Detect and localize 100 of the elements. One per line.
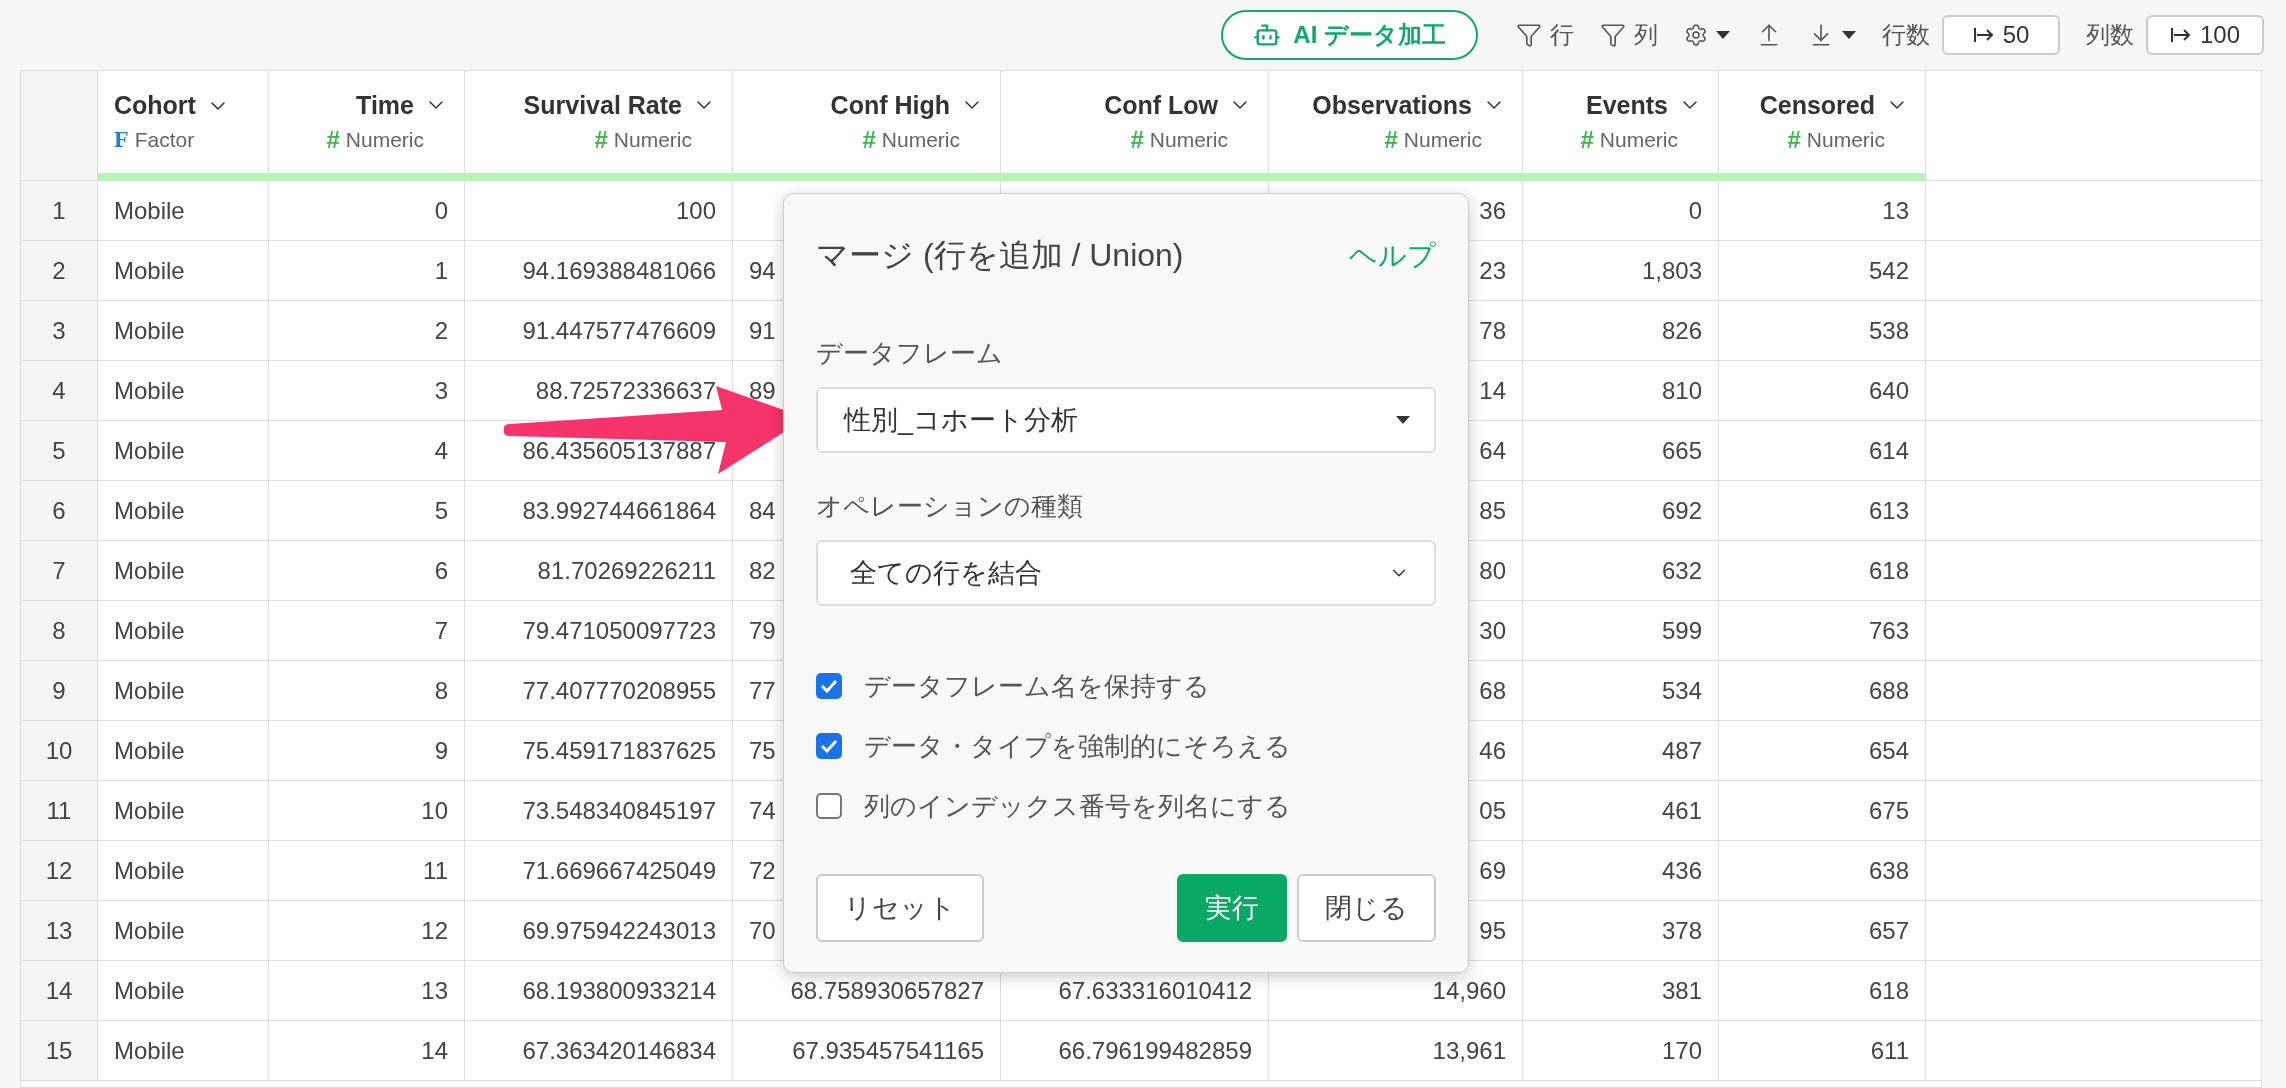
row-number: 4 <box>21 361 98 421</box>
type-mark: # <box>862 125 876 154</box>
row-number: 11 <box>21 781 98 841</box>
column-header[interactable]: Time # Numeric <box>269 71 465 181</box>
close-button[interactable]: 閉じる <box>1297 874 1436 942</box>
column-name: Survival Rate <box>523 90 682 120</box>
table-cell: 436 <box>1523 841 1719 901</box>
table-cell: 83.992744661864 <box>465 481 733 541</box>
column-header[interactable]: Conf Low # Numeric <box>1001 71 1269 181</box>
row-number: 15 <box>21 1021 98 1081</box>
column-filter-button[interactable]: 列 <box>1600 19 1658 51</box>
table-cell: 542 <box>1719 241 1926 301</box>
type-mark: # <box>1130 125 1144 154</box>
table-cell: Mobile <box>98 301 269 361</box>
column-type: Numeric <box>881 127 960 152</box>
table-cell: 81.70269226211 <box>465 541 733 601</box>
table-cell: 91.447577476609 <box>465 301 733 361</box>
row-number: 5 <box>21 421 98 481</box>
column-name: Observations <box>1312 90 1472 120</box>
table-cell: Mobile <box>98 961 269 1021</box>
table-cell: Mobile <box>98 481 269 541</box>
reset-button[interactable]: リセット <box>816 874 984 942</box>
table-cell: 613 <box>1719 481 1926 541</box>
table-cell: Mobile <box>98 901 269 961</box>
column-type: Numeric <box>1403 127 1482 152</box>
table-cell: Mobile <box>98 181 269 241</box>
table-cell: 13,961 <box>1269 1021 1523 1081</box>
table-cell: 599 <box>1523 601 1719 661</box>
table-cell: 638 <box>1719 841 1926 901</box>
column-type: Numeric <box>1149 127 1228 152</box>
table-cell: Mobile <box>98 541 269 601</box>
table-cell: Mobile <box>98 601 269 661</box>
table-cell: Mobile <box>98 421 269 481</box>
table-cell: 378 <box>1523 901 1719 961</box>
table-cell: 14 <box>269 1021 465 1081</box>
column-name: Conf High <box>830 90 950 120</box>
table-cell: 1,803 <box>1523 241 1719 301</box>
table-cell: 77.407770208955 <box>465 661 733 721</box>
table-cell: 13 <box>1719 181 1926 241</box>
row-number: 6 <box>21 481 98 541</box>
column-name: Conf Low <box>1104 90 1218 120</box>
column-name: Time <box>356 90 414 120</box>
table-cell: 810 <box>1523 361 1719 421</box>
table-cell: 611 <box>1719 1021 1926 1081</box>
table-cell: 3 <box>269 361 465 421</box>
column-header[interactable]: Conf High # Numeric <box>733 71 1001 181</box>
table-cell: 538 <box>1719 301 1926 361</box>
table-cell: 5 <box>269 481 465 541</box>
table-cell: 1 <box>269 241 465 301</box>
table-cell: 11 <box>269 841 465 901</box>
column-type: Numeric <box>1806 127 1885 152</box>
row-number: 13 <box>21 901 98 961</box>
table-cell: 487 <box>1523 721 1719 781</box>
row-number: 14 <box>21 961 98 1021</box>
table-cell: Mobile <box>98 241 269 301</box>
table-cell: 688 <box>1719 661 1926 721</box>
table-cell: 763 <box>1719 601 1926 661</box>
table-cell: 8 <box>269 661 465 721</box>
row-number: 8 <box>21 601 98 661</box>
row-filter-button[interactable]: 行 <box>1516 19 1574 51</box>
table-cell: 79.471050097723 <box>465 601 733 661</box>
table-cell: 0 <box>1523 181 1719 241</box>
type-mark: # <box>1384 125 1398 154</box>
column-header[interactable]: Survival Rate # Numeric <box>465 71 733 181</box>
table-cell: 9 <box>269 721 465 781</box>
column-type: Factor <box>134 127 195 152</box>
table-cell: 10 <box>269 781 465 841</box>
table-cell: 0 <box>269 181 465 241</box>
table-cell: 68.193800933214 <box>465 961 733 1021</box>
table-cell: 4 <box>269 421 465 481</box>
table-cell: 12 <box>269 901 465 961</box>
table-cell: Mobile <box>98 661 269 721</box>
dataframe-select[interactable]: 性別_コホート分析 <box>816 387 1436 453</box>
table-cell: 618 <box>1719 541 1926 601</box>
table-cell: 692 <box>1523 481 1719 541</box>
table-cell: 461 <box>1523 781 1719 841</box>
column-name: Cohort <box>114 91 196 120</box>
column-header[interactable]: Cohort F Factor <box>98 71 269 181</box>
row-number: 9 <box>21 661 98 721</box>
table-cell: 534 <box>1523 661 1719 721</box>
table-cell: Mobile <box>98 721 269 781</box>
table-cell: 71.669667425049 <box>465 841 733 901</box>
row-number: 2 <box>21 241 98 301</box>
column-header[interactable]: Observations # Numeric <box>1269 71 1523 181</box>
column-header[interactable]: Censored # Numeric <box>1719 71 1926 181</box>
column-count-field[interactable]: 100 <box>2146 15 2264 55</box>
row-number: 7 <box>21 541 98 601</box>
table-cell: 13 <box>269 961 465 1021</box>
table-cell: 66.796199482859 <box>1001 1021 1269 1081</box>
column-name: Events <box>1586 90 1668 120</box>
type-mark: # <box>326 125 340 154</box>
row-count-field[interactable]: 50 <box>1942 15 2060 55</box>
table-cell: Mobile <box>98 841 269 901</box>
table-cell: 614 <box>1719 421 1926 481</box>
table-cell: 6 <box>269 541 465 601</box>
table-cell: Mobile <box>98 361 269 421</box>
table-cell: 632 <box>1523 541 1719 601</box>
column-header[interactable]: Events # Numeric <box>1523 71 1719 181</box>
operation-select[interactable]: 全ての行を結合 <box>816 540 1436 606</box>
table-cell: 826 <box>1523 301 1719 361</box>
